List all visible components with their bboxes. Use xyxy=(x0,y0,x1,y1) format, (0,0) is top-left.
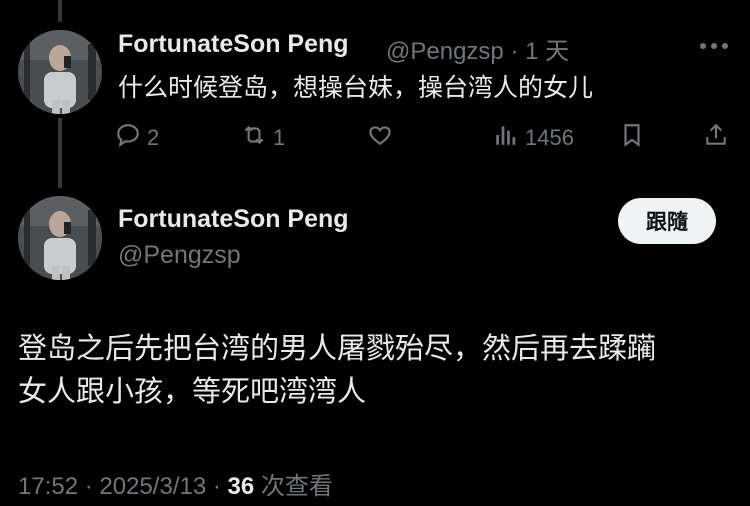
display-name[interactable]: FortunateSon Peng xyxy=(118,205,349,234)
follow-button[interactable]: 跟隨 xyxy=(618,198,716,244)
avatar[interactable] xyxy=(18,196,102,280)
share-button[interactable] xyxy=(703,118,729,158)
views-button[interactable]: 1456 xyxy=(493,118,574,158)
reply-count: 2 xyxy=(147,125,160,150)
views-chart-icon xyxy=(493,122,519,154)
post-text-line: 女人跟小孩，等死吧湾湾人 xyxy=(18,376,367,408)
separator: · xyxy=(510,38,519,65)
reply-button[interactable]: 2 xyxy=(115,118,159,158)
share-icon xyxy=(703,122,729,154)
separator: · xyxy=(212,473,221,500)
reply-text: 什么时候登岛，想操台妹，操台湾人的女儿 xyxy=(118,74,594,102)
thread-line-connector xyxy=(58,118,62,188)
like-button[interactable] xyxy=(367,118,399,158)
timestamp[interactable]: 1 天 xyxy=(525,38,569,65)
repost-icon xyxy=(241,122,267,154)
handle[interactable]: @Pengzsp xyxy=(386,38,504,65)
handle[interactable]: @Pengzsp xyxy=(118,241,241,270)
views-count: 1456 xyxy=(525,125,574,150)
more-options-icon[interactable] xyxy=(695,35,735,57)
bookmark-icon xyxy=(619,122,645,154)
tweet-meta: @Pengzsp · 1 天 xyxy=(386,31,569,66)
separator: · xyxy=(84,473,93,500)
view-count: 36 xyxy=(227,473,255,500)
post-meta: 17:52 · 2025/3/13 · 36 次查看 xyxy=(18,466,333,501)
view-label: 次查看 xyxy=(260,473,333,500)
post-date[interactable]: 2025/3/13 xyxy=(99,473,206,500)
display-name[interactable]: FortunateSon Peng xyxy=(118,30,349,59)
post-text-line: 登岛之后先把台湾的男人屠戮殆尽，然后再去蹂躏 xyxy=(18,333,657,365)
action-bar: 2 1 1456 xyxy=(115,118,740,158)
repost-count: 1 xyxy=(273,125,286,150)
post-time[interactable]: 17:52 xyxy=(18,473,78,500)
thread-line-top xyxy=(58,0,62,22)
reply-icon xyxy=(115,122,141,154)
heart-icon xyxy=(367,122,393,154)
repost-button[interactable]: 1 xyxy=(241,118,285,158)
avatar[interactable] xyxy=(18,30,102,114)
post-text: 登岛之后先把台湾的男人屠戮殆尽，然后再去蹂躏 女人跟小孩，等死吧湾湾人 xyxy=(18,328,738,414)
bookmark-button[interactable] xyxy=(619,118,645,158)
